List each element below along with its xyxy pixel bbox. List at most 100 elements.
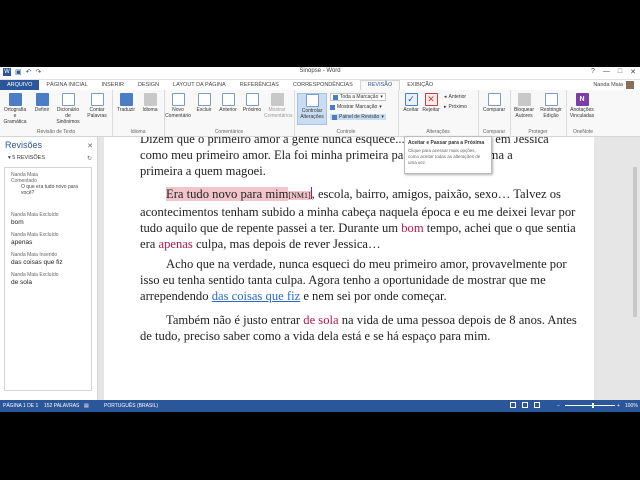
user-name: Nanda Maia: [593, 82, 623, 88]
paragraph-1: Dizem que o primeiro amor a gente nunca …: [140, 137, 549, 178]
word-count[interactable]: 152 PALAVRAS: [44, 403, 79, 409]
show-comments-icon: [270, 93, 284, 106]
thesaurus-button[interactable]: Dicionário de Sinônimos: [55, 93, 81, 125]
deleted-text[interactable]: bom: [401, 221, 423, 235]
delete-comment-button[interactable]: Excluir: [191, 93, 217, 113]
tab-inserir[interactable]: INSERIR: [95, 80, 131, 90]
tab-design[interactable]: DESIGN: [131, 80, 166, 90]
tab-revisao[interactable]: REVISÃO: [359, 80, 401, 90]
deleted-text[interactable]: apenas: [159, 237, 193, 251]
next-comment-button[interactable]: Próximo: [239, 93, 265, 113]
window-controls: ? — □ ✕: [591, 68, 636, 76]
document-page[interactable]: Dizem que o primeiro amor a gente nunca …: [104, 137, 594, 400]
read-mode-icon[interactable]: [510, 402, 516, 408]
chevron-down-icon: ▾: [380, 94, 383, 100]
list-item[interactable]: Nanda Maia Excluído bom: [11, 212, 59, 227]
tab-correspondencias[interactable]: CORRESPONDÊNCIAS: [286, 80, 360, 90]
deleted-text[interactable]: de sola: [303, 313, 338, 327]
close-icon[interactable]: ✕: [87, 142, 93, 150]
scrollbar-thumb[interactable]: [633, 167, 637, 317]
tab-layout[interactable]: LAYOUT DA PÁGINA: [166, 80, 233, 90]
list-item[interactable]: Nanda Maia Excluído apenas: [11, 232, 59, 247]
word-count-icon: [90, 93, 104, 106]
restrict-editing-button[interactable]: Restringir Edição: [538, 93, 564, 119]
show-comments-button[interactable]: Mostrar Comentários: [264, 93, 292, 119]
previous-comment-button[interactable]: Anterior: [215, 93, 241, 113]
tab-pagina-inicial[interactable]: PÁGINA INICIAL: [39, 80, 94, 90]
list-item[interactable]: Nanda Maia Inserido das coisas que fiz: [11, 252, 63, 267]
onenote-icon: N: [575, 93, 589, 106]
compare-button[interactable]: Comparar: [481, 93, 507, 113]
refresh-icon[interactable]: ↻: [87, 155, 92, 162]
zoom-in-icon[interactable]: +: [617, 403, 620, 409]
close-icon[interactable]: ✕: [630, 68, 636, 76]
minimize-icon[interactable]: —: [603, 68, 610, 76]
reviewing-pane-button[interactable]: Painel de Revisão ▾: [330, 114, 386, 120]
reject-button[interactable]: ✕ Rejeitar: [418, 93, 444, 113]
next-comment-icon: [245, 93, 259, 106]
user-account[interactable]: Nanda Maia: [593, 81, 640, 89]
commented-text[interactable]: Era tudo novo para mim: [166, 187, 289, 201]
group-onenote: N Anotações Vinculadas OneNote: [566, 90, 600, 136]
group-idioma: Traduzir Idioma Idioma: [112, 90, 165, 136]
next-change-icon: ▸: [444, 104, 447, 110]
page-count[interactable]: PÁGINA 1 DE 1: [3, 403, 38, 409]
group-proteger: Bloquear Autores Restringir Edição Prote…: [510, 90, 567, 136]
word-count-button[interactable]: Contar Palavras: [84, 93, 110, 119]
zoom-slider[interactable]: [565, 403, 615, 408]
avatar: [626, 81, 634, 89]
help-icon[interactable]: ?: [591, 68, 595, 76]
revisions-count[interactable]: ▾ 5 REVISÕES: [8, 155, 45, 161]
inserted-text[interactable]: das coisas que fiz: [212, 289, 300, 303]
new-comment-icon: [171, 93, 185, 106]
vertical-scrollbar[interactable]: [632, 137, 638, 400]
chevron-down-icon: ▾: [379, 104, 382, 110]
comment-marker[interactable]: [NM1]: [288, 191, 311, 200]
ribbon: Ortografia e Gramática Definir Dicionári…: [0, 90, 640, 137]
translate-icon: [119, 93, 133, 106]
define-button[interactable]: Definir: [29, 93, 55, 113]
list-item[interactable]: Nanda Maia Excluído de sola: [11, 272, 59, 287]
reject-x-icon: ✕: [424, 93, 438, 106]
zoom-level[interactable]: 100%: [625, 403, 638, 409]
web-layout-icon[interactable]: [534, 402, 540, 408]
language-button[interactable]: Idioma: [137, 93, 163, 113]
zoom-slider-knob[interactable]: [592, 403, 594, 408]
word-window: W ▣ ↶ ↷ Sinopse - Word ? — □ ✕ ARQUIVO P…: [0, 67, 640, 412]
document-area: Dizem que o primeiro amor a gente nunca …: [98, 137, 640, 400]
lock-icon: [544, 93, 558, 106]
new-comment-button[interactable]: Novo Comentário: [165, 93, 191, 119]
block-authors-button[interactable]: Bloquear Autores: [511, 93, 537, 119]
delete-comment-icon: [197, 93, 211, 106]
paragraph-4: Também não é justo entrar de sola na vid…: [140, 313, 577, 343]
show-markup-button[interactable]: Mostrar Marcação ▾: [330, 104, 382, 110]
tab-exibicao[interactable]: EXIBIÇÃO: [400, 80, 440, 90]
linked-notes-button[interactable]: N Anotações Vinculadas: [569, 93, 595, 119]
group-controle: Controlar Alterações Toda a Marcação ▾ M…: [294, 90, 399, 136]
status-bar: PÁGINA 1 DE 1 152 PALAVRAS ▤ PORTUGUÊS (…: [0, 400, 640, 412]
language-icon: [143, 93, 157, 106]
markup-select[interactable]: Toda a Marcação ▾: [330, 93, 386, 101]
revisions-pane-title: Revisões: [5, 140, 43, 150]
print-layout-icon[interactable]: [522, 402, 528, 408]
tab-referencias[interactable]: REFERÊNCIAS: [233, 80, 286, 90]
list-item[interactable]: Nanda Maia Comentado O que era tudo novo…: [11, 172, 79, 196]
previous-change-button[interactable]: ◂ Anterior: [444, 94, 466, 100]
zoom-out-icon[interactable]: −: [557, 403, 560, 409]
previous-comment-icon: [221, 93, 235, 106]
group-comentarios: Novo Comentário Excluir Anterior Próximo…: [164, 90, 295, 136]
proofing-icon[interactable]: ▤: [84, 403, 89, 409]
language-status[interactable]: PORTUGUÊS (BRASIL): [104, 403, 158, 409]
accept-tooltip: Aceitar e Passar para a Próxima Clique p…: [404, 136, 492, 174]
translate-button[interactable]: Traduzir: [113, 93, 139, 113]
maximize-icon[interactable]: □: [618, 68, 622, 76]
track-changes-button[interactable]: Controlar Alterações: [297, 93, 327, 125]
tab-arquivo[interactable]: ARQUIVO: [0, 80, 40, 90]
next-change-button[interactable]: ▸ Próximo: [444, 104, 467, 110]
chevron-down-icon: ▾: [381, 114, 384, 120]
group-alteracoes: ✓ Aceitar ✕ Rejeitar ◂ Anterior ▸ Próxim…: [398, 90, 479, 136]
block-authors-icon: [517, 93, 531, 106]
show-markup-icon: [330, 104, 335, 110]
spelling-button[interactable]: Ortografia e Gramática: [2, 93, 28, 125]
reviewing-pane-icon: [332, 114, 337, 120]
